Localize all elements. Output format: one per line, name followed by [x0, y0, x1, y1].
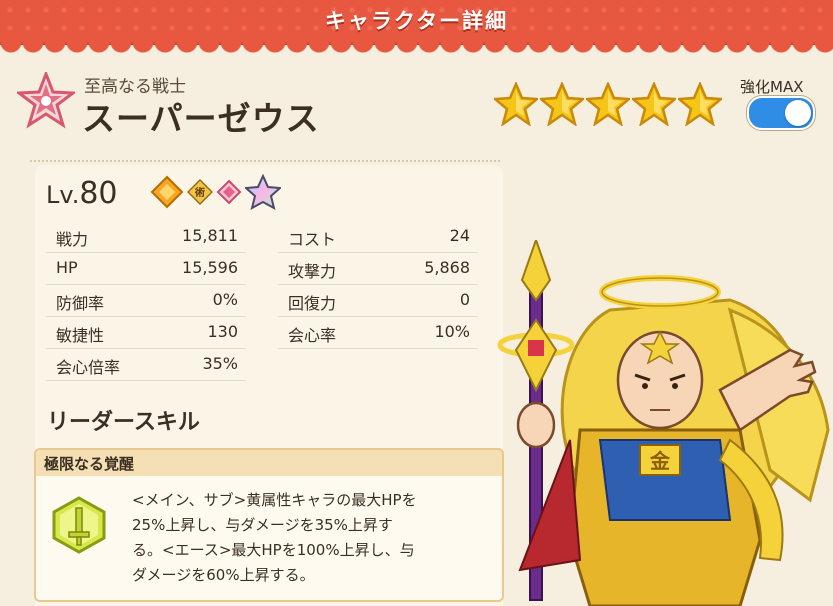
leader-skill-box: 極限なる覚醒 <メイン、サブ>黄属性キャラの最大HPを 25%上昇し、与ダメージ…: [34, 448, 504, 602]
toggle-knob: [785, 100, 811, 126]
star-icon: [678, 82, 722, 126]
stat-row: 回復力 0: [278, 286, 478, 317]
stat-value: 130: [207, 322, 238, 341]
leader-skill-name: 極限なる覚醒: [44, 455, 135, 473]
header-scallop-edge: [0, 42, 833, 56]
stat-row: 防御率 0%: [46, 286, 246, 317]
leader-skill-description: <メイン、サブ>黄属性キャラの最大HPを 25%上昇し、与ダメージを35%上昇す…: [132, 491, 417, 584]
star-icon: [540, 82, 584, 126]
stat-value: 0%: [212, 290, 238, 309]
stat-row: HP 15,596: [46, 254, 246, 285]
stat-label: 防御率: [56, 294, 105, 313]
stat-label: 攻撃力: [288, 262, 337, 281]
rarity-emblem-icon: [17, 72, 75, 129]
attribute-badges: 術: [150, 174, 281, 210]
stat-value: 15,811: [182, 226, 238, 245]
rainbow-star-icon: [245, 174, 281, 210]
stat-label: 会心率: [288, 326, 337, 345]
stat-value: 5,868: [424, 258, 470, 277]
stat-value: 0: [459, 290, 470, 309]
rarity-stars: [494, 82, 722, 126]
leader-skill-header: 極限なる覚醒: [36, 450, 502, 476]
star-icon: [632, 82, 676, 126]
divider: [30, 160, 500, 162]
stat-label: 回復力: [288, 294, 337, 313]
level-value: 80: [79, 176, 118, 211]
stat-label: 会心倍率: [56, 358, 121, 377]
stat-row: 会心倍率 35%: [46, 350, 246, 381]
stat-label: コスト: [288, 230, 337, 249]
stat-value: 24: [449, 226, 470, 245]
stat-value: 35%: [202, 354, 238, 373]
max-upgrade-toggle[interactable]: [747, 96, 815, 130]
attribute-icon: [150, 175, 184, 209]
sword-emblem-icon: [52, 496, 106, 554]
star-icon: [586, 82, 630, 126]
stat-row: 戦力 15,811: [46, 222, 246, 253]
character-portrait: 金: [497, 240, 830, 606]
skill-type-icon: 術: [187, 179, 213, 205]
stat-label: 戦力: [56, 230, 89, 249]
star-icon: [494, 82, 538, 126]
header-banner: キャラクター詳細: [0, 0, 833, 45]
level-display: Lv.80: [46, 176, 118, 211]
gem-icon: [216, 179, 242, 205]
stat-row: コスト 24: [278, 222, 478, 253]
max-upgrade-label: 強化MAX: [740, 78, 804, 96]
stat-row: 攻撃力 5,868: [278, 254, 478, 285]
page-title: キャラクター詳細: [324, 9, 509, 33]
stat-value: 15,596: [182, 258, 238, 277]
stat-value: 10%: [434, 322, 470, 341]
level-prefix: Lv.: [46, 181, 80, 209]
stat-row: 敏捷性 130: [46, 318, 246, 349]
skill-type-text: 術: [194, 186, 205, 199]
leader-skill-title: リーダースキル: [47, 410, 200, 435]
stat-label: HP: [56, 258, 78, 277]
svg-text:金: 金: [649, 449, 671, 473]
character-name: スーパーゼウス: [82, 99, 320, 138]
stat-row: 会心率 10%: [278, 318, 478, 349]
stat-label: 敏捷性: [56, 326, 105, 345]
